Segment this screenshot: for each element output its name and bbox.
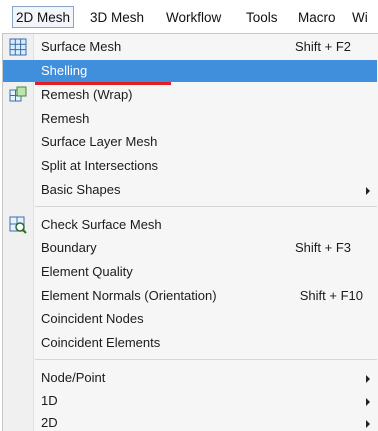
menu-item-2d[interactable]: 2D — [3, 412, 377, 431]
menu-item-split-at-intersections[interactable]: Split at Intersections — [3, 155, 377, 177]
menu-item-shortcut: Shift + F3 — [295, 240, 351, 255]
remesh-wrap-icon — [9, 86, 27, 102]
submenu-arrow-icon — [366, 420, 370, 428]
submenu-arrow-icon — [366, 398, 370, 406]
menu-separator — [35, 206, 377, 207]
menu-item-node-point[interactable]: Node/Point — [3, 367, 377, 389]
menu-item-surface-mesh[interactable]: Surface Mesh Shift + F2 — [3, 36, 377, 58]
menu-item-label: Coincident Nodes — [41, 311, 144, 326]
menu-item-shelling[interactable]: Shelling — [3, 60, 377, 82]
submenu-arrow-icon — [366, 187, 370, 195]
menubar-item-2d-mesh[interactable]: 2D Mesh — [12, 6, 75, 28]
menubar-item-window[interactable]: Wi — [352, 10, 368, 25]
menu-item-label: Node/Point — [41, 370, 106, 385]
menu-item-label: 2D — [41, 415, 58, 430]
menu-item-check-surface-mesh[interactable]: Check Surface Mesh — [3, 214, 377, 236]
menu-item-label: Surface Mesh — [41, 39, 122, 54]
menu-item-element-quality[interactable]: Element Quality — [3, 261, 377, 283]
menu-item-remesh-wrap[interactable]: Remesh (Wrap) — [3, 84, 377, 106]
menu-item-label: Basic Shapes — [41, 182, 121, 197]
menu-item-basic-shapes[interactable]: Basic Shapes — [3, 179, 377, 201]
surface-mesh-icon — [9, 38, 27, 56]
menu-item-label: Element Quality — [41, 264, 133, 279]
menu-item-shortcut: Shift + F2 — [295, 39, 351, 54]
menu-item-coincident-nodes[interactable]: Coincident Nodes — [3, 308, 377, 330]
menu-item-label: Element Normals (Orientation) — [41, 288, 217, 303]
menu-item-label: Check Surface Mesh — [41, 217, 162, 232]
menu-item-shortcut: Shift + F10 — [299, 288, 363, 303]
menubar-item-3d-mesh[interactable]: 3D Mesh — [90, 10, 144, 25]
menu-item-label: Remesh — [41, 111, 90, 126]
menubar-item-tools[interactable]: Tools — [246, 10, 278, 25]
menu-item-label: Coincident Elements — [41, 335, 161, 350]
menu-item-remesh[interactable]: Remesh — [3, 108, 377, 130]
menu-item-1d[interactable]: 1D — [3, 390, 377, 412]
check-surface-mesh-icon — [9, 216, 27, 234]
menubar-item-workflow[interactable]: Workflow — [166, 10, 221, 25]
2d-mesh-dropdown-menu: Surface Mesh Shift + F2 Shelling Remesh … — [2, 33, 378, 431]
menu-bar: 2D Mesh 3D Mesh Workflow Tools Macro Wi — [0, 0, 378, 34]
menu-item-boundary[interactable]: Boundary Shift + F3 — [3, 237, 377, 259]
menu-item-label: Boundary — [41, 240, 97, 255]
submenu-arrow-icon — [366, 375, 370, 383]
menu-item-coincident-elements[interactable]: Coincident Elements — [3, 332, 377, 354]
menubar-item-macro[interactable]: Macro — [298, 10, 336, 25]
menu-item-label: Surface Layer Mesh — [41, 134, 158, 149]
menu-item-label: Remesh (Wrap) — [41, 87, 133, 102]
menu-item-surface-layer-mesh[interactable]: Surface Layer Mesh — [3, 131, 377, 153]
menu-separator — [35, 359, 377, 360]
menu-item-element-normals[interactable]: Element Normals (Orientation) Shift + F1… — [3, 285, 377, 307]
menu-item-label: 1D — [41, 393, 58, 408]
menu-item-label: Shelling — [41, 63, 88, 78]
menu-item-label: Split at Intersections — [41, 158, 159, 173]
